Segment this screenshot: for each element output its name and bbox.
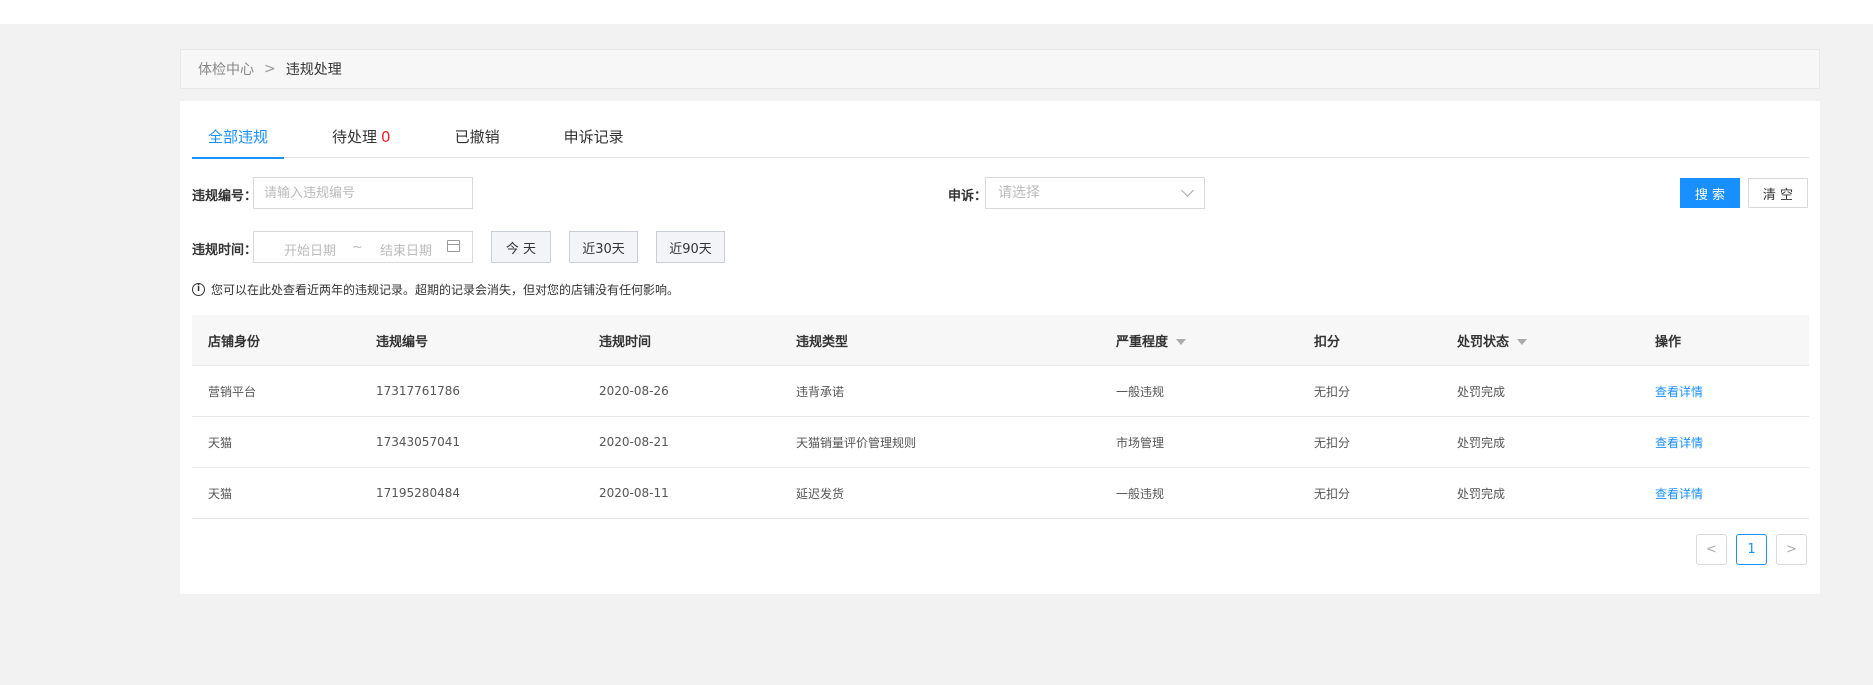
column-header-label: 处罚状态 [1457,334,1510,350]
cell-violation-time: 2020-08-11 [599,486,669,500]
appeal-select-placeholder: 请选择 [998,185,1040,201]
cell-penalty-status: 处罚完成 [1457,384,1506,399]
cell-deduction: 无扣分 [1314,384,1351,399]
view-details-link[interactable]: 查看详情 [1655,487,1703,501]
filter-icon[interactable] [1176,339,1187,345]
cell-violation-time: 2020-08-21 [599,435,669,449]
date-range-separator: ~ [352,240,363,255]
cell-severity: 一般违规 [1116,384,1165,399]
pagination-page-1[interactable]: 1 [1736,534,1767,565]
table-row: 营销平台 17317761786 2020-08-26 违背承诺 一般违规 无扣… [192,366,1809,417]
date-range-picker[interactable]: 开始日期 ~ 结束日期 [253,231,473,263]
cell-deduction: 无扣分 [1314,486,1351,501]
cell-store-identity: 营销平台 [208,384,257,399]
violation-no-label: 违规编号： [192,189,258,204]
main-panel: 全部违规 待处理0 已撤销 申诉记录 违规编号： 申诉： 请选择 搜 索 清 空… [180,101,1820,594]
chevron-down-icon [1181,184,1194,197]
table-header: 店铺身份 违规编号 违规时间 违规类型 严重程度 扣分 处罚状态 操作 [192,315,1809,366]
tab-bar: 全部违规 待处理 0 已撤销 申诉记录 [192,115,1809,159]
tab-label: 申诉记录 [563,128,624,146]
cell-severity: 市场管理 [1116,435,1165,450]
breadcrumb: 体检中心 > 违规处理 [180,49,1820,89]
appeal-label: 申诉： [948,189,988,204]
view-details-link[interactable]: 查看详情 [1655,385,1703,399]
calendar-icon [447,240,460,252]
breadcrumb-separator: > [264,61,276,77]
clear-button[interactable]: 清 空 [1748,178,1808,208]
cell-violation-type: 延迟发货 [796,486,845,501]
cell-violation-type: 违背承诺 [796,384,845,399]
column-header: 操作 [1655,334,1682,350]
filter-icon[interactable] [1517,339,1528,345]
violation-no-input[interactable] [253,177,473,209]
tab-label: 已撤销 [454,128,500,146]
pagination-next-button[interactable]: > [1776,534,1807,565]
cell-severity: 一般违规 [1116,486,1165,501]
appeal-select[interactable]: 请选择 [985,177,1205,209]
start-date-placeholder: 开始日期 [284,244,337,259]
table-row: 天猫 17343057041 2020-08-21 天猫销量评价管理规则 市场管… [192,417,1809,468]
cell-violation-no: 17343057041 [376,435,460,449]
cell-violation-no: 17317761786 [376,384,460,398]
quick-90-days-button[interactable]: 近90天 [656,231,725,263]
cell-store-identity: 天猫 [208,435,233,450]
quick-today-button[interactable]: 今 天 [491,231,551,263]
top-bar [0,0,1873,24]
pending-count-badge: 0 [381,128,391,146]
cell-deduction: 无扣分 [1314,435,1351,450]
cell-penalty-status: 处罚完成 [1457,435,1506,450]
column-header: 违规编号 [376,334,429,350]
cell-store-identity: 天猫 [208,486,233,501]
tab-all-violations[interactable]: 全部违规 [192,115,285,159]
search-button[interactable]: 搜 索 [1680,178,1740,208]
pagination-prev-button[interactable]: < [1696,534,1727,565]
tab-label: 全部违规 [208,128,269,146]
cell-violation-time: 2020-08-26 [599,384,669,398]
cell-violation-no: 17195280484 [376,486,460,500]
column-header-label: 严重程度 [1116,334,1169,350]
column-header: 扣分 [1314,334,1341,350]
tab-pending[interactable]: 待处理 0 [316,115,407,158]
violations-table: 店铺身份 违规编号 违规时间 违规类型 严重程度 扣分 处罚状态 操作 营销平台… [192,315,1809,519]
notice: i 您可以在此处查看近两年的违规记录。超期的记录会消失，但对您的店铺没有任何影响… [192,281,679,298]
column-header: 店铺身份 [208,334,261,350]
breadcrumb-current: 违规处理 [285,62,342,78]
cell-violation-type: 天猫销量评价管理规则 [796,435,917,450]
notice-text: 您可以在此处查看近两年的违规记录。超期的记录会消失，但对您的店铺没有任何影响。 [211,283,680,297]
quick-30-days-button[interactable]: 近30天 [569,231,638,263]
table-row: 天猫 17195280484 2020-08-11 延迟发货 一般违规 无扣分 … [192,468,1809,519]
column-header: 违规类型 [796,334,849,350]
column-header: 违规时间 [599,334,652,350]
column-header-status[interactable]: 处罚状态 [1441,331,1639,350]
tab-appeal-records[interactable]: 申诉记录 [548,115,640,158]
cell-penalty-status: 处罚完成 [1457,486,1506,501]
view-details-link[interactable]: 查看详情 [1655,436,1703,450]
breadcrumb-parent[interactable]: 体检中心 [198,59,254,79]
violation-time-label: 违规时间： [192,243,258,258]
end-date-placeholder: 结束日期 [380,244,433,259]
tab-label: 待处理 [332,128,378,146]
column-header-severity[interactable]: 严重程度 [1100,331,1298,350]
tab-revoked[interactable]: 已撤销 [439,115,516,158]
info-icon: i [192,283,205,296]
